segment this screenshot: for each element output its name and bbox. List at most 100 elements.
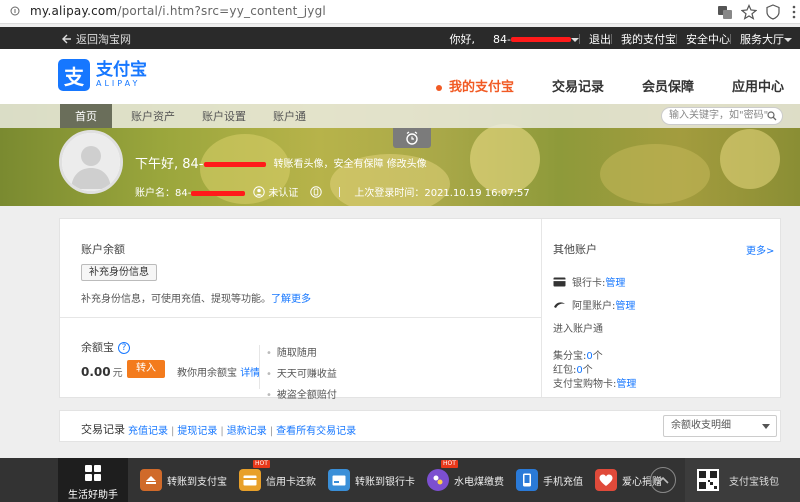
yuebao-detail-link[interactable]: 详情 bbox=[240, 368, 260, 379]
trade-records-bar: 交易记录 充值记录 | 提现记录 | 退款记录 | 查看所有交易记录 余额收支明细 bbox=[59, 410, 781, 442]
redacted-mark bbox=[191, 190, 246, 196]
bank-card-row: 银行卡: 管理 bbox=[553, 274, 625, 289]
mobile-recharge-button[interactable]: 手机充值 bbox=[516, 469, 583, 491]
avatar[interactable] bbox=[59, 130, 123, 194]
redacted-mark bbox=[511, 37, 571, 42]
more-link[interactable]: 更多> bbox=[746, 242, 774, 257]
all-records-link[interactable]: 查看所有交易记录 bbox=[276, 426, 356, 437]
page-info-icon[interactable] bbox=[10, 5, 20, 17]
hot-badge: HOT bbox=[441, 460, 458, 468]
transfer-in-button[interactable]: 转入 bbox=[127, 360, 165, 378]
qr-code-icon bbox=[697, 469, 719, 491]
star-icon[interactable] bbox=[741, 4, 757, 20]
ali-account-row: 阿里账户: 管理 bbox=[553, 297, 635, 312]
yuebao-features: 随取随用 天天可赚收益 被盗全额赔付 bbox=[266, 344, 337, 407]
balance-desc: 补充身份信息，可使用充值、提现等功能。了解更多 bbox=[81, 294, 311, 305]
learn-more-link[interactable]: 了解更多 bbox=[271, 294, 311, 305]
search-icon[interactable] bbox=[767, 111, 777, 121]
list-item: 随取随用 bbox=[266, 344, 337, 359]
help-icon[interactable]: ? bbox=[118, 342, 130, 354]
redacted-mark bbox=[203, 162, 266, 167]
logout-link[interactable]: 退出 bbox=[589, 31, 611, 47]
default-avatar-icon bbox=[62, 133, 120, 191]
shield-icon[interactable] bbox=[765, 4, 781, 20]
greeting-title: 下午好, 84- bbox=[135, 153, 266, 172]
greeting-text: 你好, bbox=[449, 33, 476, 46]
transfer-to-alipay-button[interactable]: 转账到支付宝 bbox=[140, 469, 227, 491]
enter-account-pass-link[interactable]: 进入账户通 bbox=[553, 320, 603, 335]
nav-app-center[interactable]: 应用中心 bbox=[732, 76, 784, 95]
refund-records-link[interactable]: 退款记录 bbox=[227, 426, 267, 437]
nav-my-alipay[interactable]: 我的支付宝 bbox=[435, 76, 514, 95]
caret-down-icon bbox=[784, 38, 792, 42]
trade-links: 充值记录 | 提现记录 | 退款记录 | 查看所有交易记录 bbox=[128, 426, 357, 437]
ali-account-manage-link[interactable]: 管理 bbox=[615, 297, 635, 312]
life-assistant-button[interactable]: 生活好助手 bbox=[58, 458, 128, 502]
search-input[interactable]: 输入关键字，如"密码" bbox=[661, 107, 783, 125]
fill-identity-button[interactable]: 补充身份信息 bbox=[81, 264, 157, 281]
tab-home[interactable]: 首页 bbox=[60, 104, 112, 128]
records-type-select[interactable]: 余额收支明细 bbox=[663, 415, 777, 437]
jifen-row: 集分宝:0个 bbox=[553, 351, 603, 362]
avatar-hint: 转账看头像，安全有保障 修改头像 bbox=[273, 159, 427, 170]
url-text[interactable]: my.alipay.com/portal/i.htm?src=yy_conten… bbox=[30, 4, 326, 18]
security-center-link[interactable]: 安全中心 bbox=[686, 31, 730, 47]
trade-records-title: 交易记录 bbox=[81, 423, 125, 436]
life-assistant-bar: 生活好助手 转账到支付宝 HOT 信用卡还款 转账到银行卡 HOT 水电煤缴费 手机… bbox=[0, 458, 800, 502]
tab-account-pass[interactable]: 账户通 bbox=[273, 108, 306, 124]
service-hall-dropdown[interactable]: 服务大厅 bbox=[740, 31, 792, 47]
shopping-card-row: 支付宝购物卡:管理 bbox=[553, 379, 637, 390]
recharge-records-link[interactable]: 充值记录 bbox=[128, 426, 168, 437]
account-name-dropdown[interactable]: 84- bbox=[493, 33, 579, 46]
sub-nav: 首页 账户资产 账户设置 账户通 输入关键字，如"密码" bbox=[0, 104, 800, 128]
tab-account-assets[interactable]: 账户资产 bbox=[131, 108, 175, 124]
yuebao-title: 余额宝? bbox=[81, 339, 130, 355]
logo-cn-text: 支付宝 bbox=[96, 60, 147, 80]
scroll-up-button[interactable] bbox=[650, 467, 676, 493]
nav-member-protection[interactable]: 会员保障 bbox=[642, 76, 694, 95]
chevron-up-icon bbox=[657, 476, 669, 484]
change-avatar-link[interactable]: 修改头像 bbox=[387, 159, 427, 170]
profile-banner: 首页 账户资产 账户设置 账户通 输入关键字，如"密码" 下午好, 84- 转账… bbox=[0, 104, 800, 206]
balance-title: 账户余额 bbox=[81, 243, 125, 256]
transfer-to-bank-button[interactable]: 转账到银行卡 bbox=[328, 469, 415, 491]
other-accounts-title: 其他账户 bbox=[553, 243, 597, 256]
browser-address-bar[interactable]: my.alipay.com/portal/i.htm?src=yy_conten… bbox=[0, 0, 800, 24]
alarm-clock-icon[interactable] bbox=[393, 128, 431, 148]
alipay-logo-icon: 支 bbox=[58, 59, 90, 91]
bank-transfer-icon bbox=[328, 469, 350, 491]
menu-icon[interactable] bbox=[786, 4, 800, 20]
back-arrow-icon bbox=[62, 34, 71, 44]
active-dot-icon bbox=[435, 84, 442, 91]
verify-status-link[interactable]: 未认证 bbox=[268, 184, 298, 199]
alipay-logo[interactable]: 支 支付宝 ALIPAY bbox=[58, 59, 147, 91]
translate-icon[interactable] bbox=[717, 4, 733, 20]
grid-icon bbox=[85, 465, 101, 481]
ali-account-icon bbox=[554, 301, 565, 308]
transfer-icon bbox=[140, 469, 162, 491]
caret-down-icon bbox=[571, 37, 579, 42]
bank-card-manage-link[interactable]: 管理 bbox=[605, 274, 625, 289]
last-login-text: 上次登录时间：2021.10.19 16:07:57 bbox=[354, 188, 530, 199]
nav-trade-records[interactable]: 交易记录 bbox=[552, 76, 604, 95]
site-header: 支 支付宝 ALIPAY 我的支付宝 交易记录 会员保障 应用中心 bbox=[0, 49, 800, 104]
back-to-taobao-link[interactable]: 返回淘宝网 bbox=[62, 31, 131, 47]
mobile-phone-icon[interactable] bbox=[310, 185, 323, 198]
mobile-phone-icon bbox=[516, 469, 538, 491]
top-utility-bar: 返回淘宝网 你好, 84- 退出 我的支付宝 安全中心 服务大厅 bbox=[0, 27, 800, 49]
shopping-card-manage-link[interactable]: 管理 bbox=[616, 379, 636, 390]
caret-down-icon bbox=[762, 424, 770, 429]
alipay-wallet-button[interactable]: 支付宝钱包 bbox=[685, 458, 800, 502]
tab-account-settings[interactable]: 账户设置 bbox=[202, 108, 246, 124]
credit-card-repay-button[interactable]: HOT 信用卡还款 bbox=[239, 460, 316, 491]
utility-payment-button[interactable]: HOT 水电煤缴费 bbox=[427, 460, 504, 491]
hot-badge: HOT bbox=[253, 460, 270, 468]
withdraw-records-link[interactable]: 提现记录 bbox=[177, 426, 217, 437]
yuebao-amount: 0.00 元 bbox=[81, 365, 123, 379]
main-nav: 我的支付宝 交易记录 会员保障 应用中心 bbox=[398, 76, 784, 95]
heart-icon bbox=[595, 469, 617, 491]
my-alipay-link[interactable]: 我的支付宝 bbox=[621, 31, 676, 47]
account-name-label: 账户名：84- bbox=[135, 184, 246, 199]
credit-card-icon bbox=[239, 469, 261, 491]
bank-card-icon bbox=[553, 277, 566, 286]
